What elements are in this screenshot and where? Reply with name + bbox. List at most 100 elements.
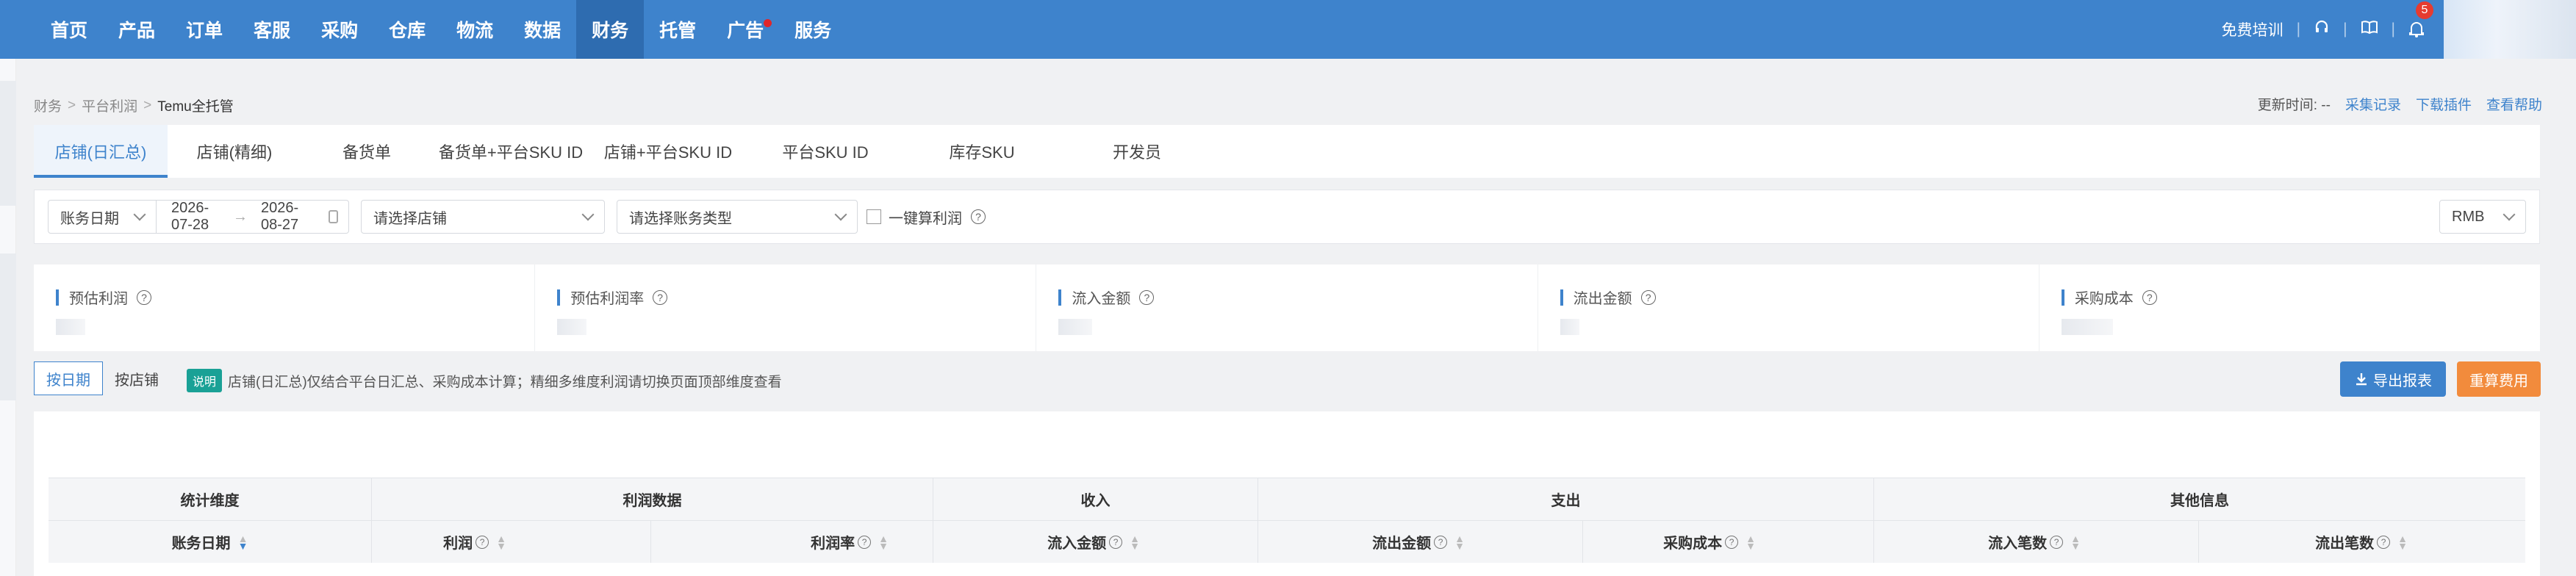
info-note: 说明 店铺(日汇总)仅结合平台日汇总、采购成本计算；精细多维度利润请切换页面顶部… [187,369,782,392]
nav-item-home[interactable]: 首页 [35,0,103,59]
table-column-header: 账务日期 ▲ ▼ 利润? ▲ ▼ 利润率? ▲ ▼ 流入金额? ▲ ▼ 流出金额? ▲ ▼… [49,520,2525,563]
help-circle-icon[interactable]: ? [137,289,151,305]
table-group-header: 统计维度 利润数据 收入 支出 其他信息 [49,478,2525,520]
help-circle-icon[interactable]: ? [2377,535,2391,549]
export-report-button[interactable]: 导出报表 [2340,361,2446,397]
collect-records-link[interactable]: 采集记录 [2345,94,2401,114]
start-date[interactable]: 2026-07-28 [171,200,220,234]
recalculate-fees-button[interactable]: 重算费用 [2457,361,2541,397]
column-header-purchase-cost[interactable]: 采购成本? ▲ ▼ [1583,521,1874,563]
date-type-select[interactable]: 账务日期 [48,200,157,234]
help-circle-icon[interactable]: ? [2142,289,2157,305]
book-icon[interactable] [2361,19,2378,40]
sort-icon[interactable]: ▲ ▼ [878,533,889,551]
card-title-text: 预估利润 [69,291,128,307]
chevron-down-icon [834,208,847,221]
card-value [2061,319,2113,335]
tab-stock-order[interactable]: 备货单 [301,125,432,178]
nav-item-ads-label: 广告 [727,21,764,41]
store-select-placeholder: 请选择店铺 [373,210,447,227]
divider: | [2296,21,2301,37]
end-date[interactable]: 2026-08-27 [261,200,309,234]
summary-cards: 预估利润? 预估利润率? 流入金额? 流出金额? 采购成本? [34,264,2540,351]
tab-stock-order-sku[interactable]: 备货单+平台SKU ID [432,125,589,178]
free-training-link[interactable]: 免费培训 [2222,18,2283,40]
column-header-profit[interactable]: 利润? ▲ ▼ [372,521,651,563]
column-header-label: 流入笔数 [1988,536,2048,552]
column-header-label: 流出笔数 [2315,536,2375,552]
tab-developer[interactable]: 开发员 [1060,125,1214,178]
help-circle-icon[interactable]: ? [2050,535,2064,549]
help-circle-icon[interactable]: ? [653,289,668,305]
calendar-icon [328,210,338,223]
column-header-profit-rate[interactable]: 利润率? ▲ ▼ [651,521,933,563]
chevron-down-icon [581,208,595,221]
card-title: 流出金额? [1560,287,1656,308]
nav-item-warehouse[interactable]: 仓库 [373,0,441,59]
help-circle-icon[interactable]: ? [1725,535,1739,549]
nav-item-products[interactable]: 产品 [103,0,171,59]
view-help-link[interactable]: 查看帮助 [2486,94,2542,114]
sort-icon[interactable]: ▲ ▼ [2397,533,2408,551]
tab-store-sku[interactable]: 店铺+平台SKU ID [589,125,747,178]
sort-icon[interactable]: ▲ ▼ [1130,533,1140,551]
help-circle-icon[interactable]: ? [1640,289,1656,305]
card-value [56,319,85,335]
nav-item-customer-service[interactable]: 客服 [238,0,306,59]
account-type-select[interactable]: 请选择账务类型 [617,200,858,234]
update-time-label: 更新时间: [2257,98,2318,113]
currency-value: RMB [2452,208,2485,225]
data-table: 统计维度 利润数据 收入 支出 其他信息 账务日期 ▲ ▼ 利润? ▲ ▼ 利润率?… [49,478,2525,563]
notification-bell[interactable]: 5 [2408,1,2433,38]
tab-platform-sku[interactable]: 平台SKU ID [747,125,904,178]
nav-item-hosting[interactable]: 托管 [644,0,711,59]
sort-icon[interactable]: ▲ ▼ [2070,533,2081,551]
help-circle-icon[interactable]: ? [1434,535,1448,549]
by-date-toggle[interactable]: 按日期 [34,361,103,395]
sort-icon[interactable]: ▲ ▼ [1454,533,1465,551]
nav-item-data[interactable]: 数据 [509,0,576,59]
bell-icon [2409,22,2424,37]
sort-icon[interactable]: ▲ ▼ [1746,533,1756,551]
nav-item-ads[interactable]: 广告 [711,0,779,59]
header-links: 更新时间: -- 采集记录 下载插件 查看帮助 [2258,94,2542,114]
main-nav: 首页 产品 订单 客服 采购 仓库 物流 数据 财务 托管 广告 服务 [35,0,847,59]
headset-icon[interactable] [2314,19,2330,40]
column-header-date[interactable]: 账务日期 ▲ ▼ [49,521,372,563]
download-plugin-link[interactable]: 下载插件 [2416,94,2472,114]
sort-icon[interactable]: ▲ ▼ [496,533,506,551]
help-circle-icon[interactable]: ? [1109,535,1123,549]
tab-store-daily[interactable]: 店铺(日汇总) [34,125,168,178]
breadcrumb-item[interactable]: 财务 [34,96,62,115]
card-title-text: 流出金额 [1573,291,1632,307]
by-store-toggle[interactable]: 按店铺 [103,361,171,395]
column-header-outflow-amount[interactable]: 流出金额? ▲ ▼ [1258,521,1583,563]
nav-item-services[interactable]: 服务 [779,0,847,59]
calc-profit-label: 一键算利润 [889,210,962,227]
help-circle-icon[interactable]: ? [858,535,872,549]
column-header-label: 账务日期 [171,536,231,552]
nav-item-logistics[interactable]: 物流 [441,0,509,59]
avatar[interactable] [2444,0,2576,59]
currency-select[interactable]: RMB [2439,200,2526,234]
nav-item-purchasing[interactable]: 采购 [306,0,373,59]
column-header-outflow-count[interactable]: 流出笔数? ▲ ▼ [2199,521,2525,563]
tab-store-detailed[interactable]: 店铺(精细) [168,125,301,178]
card-title: 预估利润? [56,287,151,308]
help-circle-icon[interactable]: ? [476,535,489,549]
nav-item-orders[interactable]: 订单 [171,0,238,59]
column-header-label: 利润 [443,536,473,552]
breadcrumb-item[interactable]: 平台利润 [82,96,137,115]
calc-profit-checkbox[interactable] [867,209,881,224]
sort-icon[interactable]: ▲ ▼ [238,533,248,551]
help-circle-icon[interactable]: ? [1139,289,1155,305]
column-header-inflow-count[interactable]: 流入笔数? ▲ ▼ [1874,521,2199,563]
update-time: 更新时间: -- [2258,94,2331,114]
help-circle-icon[interactable]: ? [971,209,986,224]
nav-item-finance[interactable]: 财务 [576,0,645,59]
divider: | [2343,21,2347,37]
column-header-inflow-amount[interactable]: 流入金额? ▲ ▼ [933,521,1258,563]
date-range-picker[interactable]: 2026-07-28 → 2026-08-27 [157,200,349,234]
tab-inventory-sku[interactable]: 库存SKU [904,125,1060,178]
store-select[interactable]: 请选择店铺 [361,200,605,234]
